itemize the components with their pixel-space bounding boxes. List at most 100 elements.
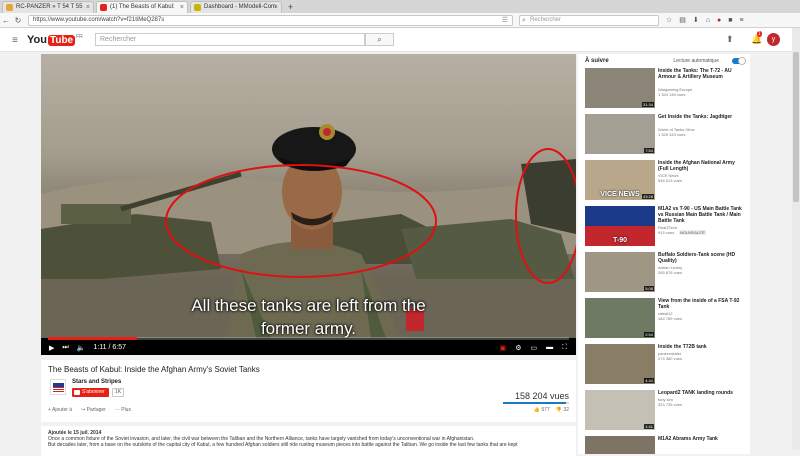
- more-label: Plus: [121, 407, 131, 413]
- video-thumbnail[interactable]: 5:08: [585, 252, 655, 292]
- recommendation-item[interactable]: 5:08 Buffalo Soldiers-Tank scene (HD Qual…: [585, 252, 745, 292]
- browser-tab-rc-panzer[interactable]: RC-PANZER » T 54 T 55 ×: [2, 1, 94, 13]
- search-input[interactable]: Rechercher: [95, 33, 365, 46]
- bookmark-star-icon[interactable]: ☆: [666, 16, 672, 24]
- scrollbar-thumb[interactable]: [793, 52, 799, 202]
- more-button[interactable]: ··· Plus: [115, 407, 131, 413]
- address-bar[interactable]: https://www.youtube.com/watch?v=f21tiMeQ…: [28, 14, 513, 26]
- like-count: 577: [541, 407, 550, 413]
- miniplayer-icon[interactable]: ▭: [530, 344, 537, 352]
- recommendation-title[interactable]: Get Inside the Tanks: Jagdtiger: [658, 114, 746, 120]
- browser-tab-dashboard[interactable]: Dashboard - MModell-Com ×: [190, 1, 282, 13]
- volume-icon[interactable]: 🔈: [77, 344, 86, 352]
- search-icon: ⌕: [377, 35, 382, 44]
- channel-name[interactable]: Stars and Stripes: [72, 379, 121, 385]
- subscribe-button[interactable]: S'abonner: [72, 388, 109, 397]
- play-icon[interactable]: ▶: [49, 344, 54, 352]
- recommendation-item[interactable]: T-90 M1A2 vs T-90 - US Main Battle Tank v…: [585, 206, 745, 246]
- recommendation-item[interactable]: M1A2 Abrams Army Tank: [585, 436, 745, 454]
- recommendation-views: 945 613 vues: [658, 178, 683, 183]
- next-icon[interactable]: ⏭: [62, 344, 68, 352]
- add-to-button[interactable]: + Ajouter à: [48, 407, 72, 413]
- recommendation-title[interactable]: View from the inside of a FSA T-92 Tank: [658, 298, 746, 310]
- back-arrow-icon[interactable]: ←: [0, 16, 12, 25]
- toggle-knob: [738, 57, 746, 65]
- player-controls: ▶ ⏭ 🔈 1:11 / 6:57 ▣ ⚙ ▭ ▬ ⛶: [41, 340, 576, 355]
- view-count: 158 204 vues: [514, 391, 569, 401]
- extension-icon[interactable]: ●: [717, 17, 721, 24]
- recommendation-item[interactable]: 1:41 Leopard2 TANK landing rounds tony kim…: [585, 390, 745, 430]
- recommendation-views: 274 380 vues: [658, 356, 683, 361]
- dislike-button[interactable]: 👎 32: [556, 407, 569, 413]
- duration-badge: 7:54: [644, 148, 654, 153]
- fullscreen-icon[interactable]: ⛶: [562, 344, 567, 352]
- search-icon: ⌕: [522, 16, 526, 24]
- youtube-favicon-icon: [100, 4, 107, 11]
- search-button[interactable]: ⌕: [365, 33, 394, 46]
- recommendation-title[interactable]: Inside the Afghan National Army (Full Le…: [658, 160, 746, 172]
- rc-panzer-favicon-icon: [6, 4, 13, 11]
- like-button[interactable]: 👍 577: [534, 407, 550, 413]
- up-next-sidebar: À suivre Lecture automatique 31:34 Inside…: [578, 54, 750, 454]
- guide-menu-icon[interactable]: ≡: [12, 35, 18, 46]
- share-button[interactable]: ↪ Partager: [81, 407, 106, 413]
- duration-badge: 43:28: [641, 194, 654, 199]
- page-scrollbar[interactable]: [792, 28, 800, 450]
- close-tab-icon[interactable]: ×: [86, 2, 90, 13]
- duration-badge: 31:34: [641, 102, 654, 107]
- video-thumbnail[interactable]: [585, 436, 655, 454]
- recommendation-item[interactable]: VICE NEWS 43:28 Inside the Afghan National…: [585, 160, 745, 200]
- browser-search-box[interactable]: ⌕ Rechercher: [519, 14, 659, 26]
- upload-icon[interactable]: ⬆: [726, 34, 734, 45]
- settings-gear-icon[interactable]: ⚙: [515, 344, 521, 352]
- video-info: The Beasts of Kabul: Inside the Afghan A…: [41, 360, 576, 422]
- download-icon[interactable]: ⬇: [693, 16, 699, 24]
- video-thumbnail[interactable]: 7:54: [585, 114, 655, 154]
- browser-tab-bar: RC-PANZER » T 54 T 55 × (1) The Beasts o…: [0, 0, 800, 13]
- video-thumbnail[interactable]: T-90: [585, 206, 655, 246]
- channel-avatar[interactable]: [50, 379, 66, 395]
- share-label: Partager: [86, 407, 106, 413]
- browser-tab-youtube[interactable]: (1) The Beasts of Kabul: ×: [96, 1, 188, 13]
- autoplay-toggle[interactable]: [732, 57, 746, 65]
- video-description: Ajoutée le 15 juil. 2014 Once a common f…: [41, 426, 576, 456]
- recommendation-item[interactable]: 2:54 View from the inside of a FSA T-92 T…: [585, 298, 745, 338]
- video-thumbnail[interactable]: 4:44: [585, 344, 655, 384]
- video-player[interactable]: All these tanks are left from the former…: [41, 54, 576, 355]
- logo-tube: Tube: [47, 34, 76, 46]
- video-thumbnail[interactable]: 31:34: [585, 68, 655, 108]
- recommendation-title[interactable]: M1A2 vs T-90 - US Main Battle Tank vs Ru…: [658, 206, 746, 224]
- avatar[interactable]: y: [767, 33, 780, 46]
- close-tab-icon[interactable]: ×: [180, 2, 184, 13]
- recommendation-views: 324 735 vues: [658, 402, 683, 407]
- search-placeholder: Rechercher: [100, 36, 137, 43]
- recommendation-title[interactable]: Leopard2 TANK landing rounds: [658, 390, 746, 396]
- subtitles-icon[interactable]: ▣: [500, 344, 507, 352]
- recommendation-title[interactable]: Inside the Tanks: The T-72 - AU Armour &…: [658, 68, 746, 80]
- recommendation-views: 915 vues: [658, 230, 675, 235]
- home-icon[interactable]: ⌂: [706, 17, 710, 24]
- recommendation-title[interactable]: Buffalo Soldiers-Tank scene (HD Quality): [658, 252, 746, 264]
- reader-icon[interactable]: ☰: [502, 16, 508, 25]
- subtitle-line: All these tanks are left from the: [191, 296, 426, 315]
- recommendation-item[interactable]: 31:34 Inside the Tanks: The T-72 - AU Arm…: [585, 68, 745, 108]
- theater-mode-icon[interactable]: ▬: [546, 344, 553, 352]
- recommendation-title[interactable]: M1A2 Abrams Army Tank: [658, 436, 746, 442]
- close-tab-icon[interactable]: ×: [274, 2, 278, 13]
- browser-nav-bar: ← ↻ https://www.youtube.com/watch?v=f21t…: [0, 13, 800, 28]
- reload-icon[interactable]: ↻: [12, 16, 24, 25]
- youtube-logo[interactable]: You Tube FR: [27, 34, 83, 46]
- video-thumbnail[interactable]: 1:41: [585, 390, 655, 430]
- recommendation-title[interactable]: Inside the T72B tank: [658, 344, 746, 350]
- video-thumbnail[interactable]: 2:54: [585, 298, 655, 338]
- recommendation-views: 1 324 140 vues: [658, 92, 686, 97]
- adblock-icon[interactable]: ■: [728, 17, 732, 24]
- video-thumbnail[interactable]: VICE NEWS 43:28: [585, 160, 655, 200]
- recommendation-item[interactable]: 4:44 Inside the T72B tank panzerdealer 274 …: [585, 344, 745, 384]
- menu-icon[interactable]: ≡: [739, 17, 743, 24]
- new-tab-button[interactable]: +: [288, 1, 293, 13]
- library-icon[interactable]: ▤: [679, 16, 686, 24]
- tab-title: RC-PANZER » T 54 T 55: [16, 4, 83, 10]
- subscribe-label: S'abonner: [82, 389, 105, 395]
- recommendation-item[interactable]: 7:54 Get Inside the Tanks: Jagdtiger World…: [585, 114, 745, 154]
